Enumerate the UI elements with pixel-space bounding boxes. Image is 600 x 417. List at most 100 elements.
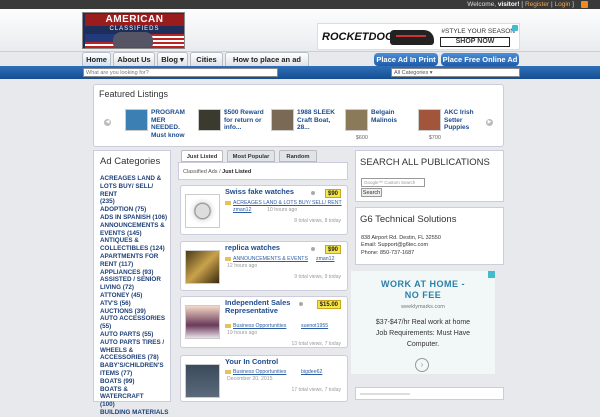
featured-item-title[interactable]: $500 Reward for return or info...	[224, 109, 268, 132]
category-select[interactable]: All Categories ▾	[391, 68, 520, 77]
listing-photo[interactable]	[185, 250, 220, 284]
category-item[interactable]: ACREAGES LAND &	[100, 175, 170, 183]
nav-about[interactable]: About Us	[113, 52, 155, 66]
listing-user[interactable]: bigdee62	[301, 369, 322, 375]
listing-time: December 20, 2015	[227, 376, 273, 382]
ad-shop-box[interactable]: SHOP NOW	[440, 37, 510, 47]
category-item[interactable]: BABY'S/CHILDREN'S	[100, 362, 170, 370]
search-button[interactable]: Search	[361, 188, 382, 197]
google-search-input[interactable]: Google™ Custom Search	[361, 178, 425, 187]
category-item[interactable]: ATTONEY (45)	[100, 292, 170, 300]
listings-main: Just Listed Most Popular Random Classifi…	[178, 150, 348, 402]
listing-photo[interactable]	[185, 194, 220, 228]
ad-headline[interactable]: WORK AT HOME - NO FEE	[351, 279, 495, 301]
breadcrumb-root[interactable]: Classified Ads	[183, 169, 218, 175]
listing-user[interactable]: zman12	[233, 207, 251, 213]
category-item[interactable]: APPLIANCES (93)	[100, 269, 170, 277]
listing-title[interactable]: replica watches	[225, 244, 313, 252]
register-link[interactable]: Register	[525, 1, 549, 8]
featured-item-price: $600	[355, 135, 368, 141]
category-item[interactable]: (55)	[100, 323, 170, 331]
category-item[interactable]: ASSISTED / SENIOR	[100, 276, 170, 284]
featured-item[interactable]: Belgain Malinois $600	[345, 109, 415, 145]
category-item[interactable]: AUTO PARTS (55)	[100, 331, 170, 339]
featured-thumb[interactable]	[198, 109, 221, 131]
category-item[interactable]: AUCTIONS (39)	[100, 308, 170, 316]
featured-item[interactable]: $500 Reward for return or info...	[198, 109, 268, 145]
company-contact: 838 Airport Rd. Destin, FL 32550 Email: …	[361, 235, 441, 257]
featured-item-title[interactable]: Belgain Malinois	[371, 109, 415, 124]
featured-thumb[interactable]	[418, 109, 441, 131]
breadcrumb-current: Just Listed	[222, 169, 252, 175]
featured-item[interactable]: PROGRAM MER NEEDED. Must know	[125, 109, 195, 145]
nav-home[interactable]: Home	[82, 52, 111, 66]
featured-item[interactable]: AKC Irish Setter Puppies $700	[418, 109, 488, 145]
listing-user[interactable]: zman12	[316, 256, 334, 262]
featured-thumb[interactable]	[125, 109, 148, 131]
listing-time: 10 hours ago	[267, 207, 298, 213]
category-item[interactable]: RENT (117)	[100, 261, 170, 269]
category-item[interactable]: LOTS BUY/ SELL/ RENT	[100, 183, 170, 199]
category-item[interactable]: EVENTS (145)	[100, 230, 170, 238]
category-item[interactable]: BOATS & WATERCRAFT	[100, 386, 170, 402]
listing-card: Your In Control Business Opportunities b…	[180, 355, 348, 402]
listing-category[interactable]: ANNOUNCEMENTS & EVENTS	[225, 256, 308, 262]
listing-title[interactable]: Swiss fake watches	[225, 188, 313, 196]
featured-item[interactable]: 1988 SLEEK Craft Boat, 28...	[271, 109, 341, 145]
category-item[interactable]: AUTO ACCESSORIES	[100, 315, 170, 323]
nav-how-to-place[interactable]: How to place an ad	[225, 52, 309, 66]
company-email[interactable]: Email: Support@g6tec.com	[361, 242, 441, 249]
featured-thumb[interactable]	[345, 109, 368, 131]
category-item[interactable]: BUILDING MATERIALS	[100, 409, 170, 417]
category-item[interactable]: ADOPTION (75)	[100, 206, 170, 214]
chevron-right-icon[interactable]: ›	[415, 358, 429, 372]
price-tag: $90	[324, 189, 341, 198]
featured-title: Featured Listings	[99, 89, 169, 99]
category-item[interactable]: (100)	[100, 401, 170, 409]
category-item[interactable]: COLLECTIBLES (124)	[100, 245, 170, 253]
featured-item-title[interactable]: PROGRAM MER NEEDED. Must know	[151, 109, 195, 139]
category-item[interactable]: WHEELS &	[100, 347, 170, 355]
ad-url[interactable]: weeklymarks.com	[351, 304, 495, 310]
category-item[interactable]: ADS IN SPANISH (106)	[100, 214, 170, 222]
category-item[interactable]: ATV'S (56)	[100, 300, 170, 308]
featured-thumb[interactable]	[271, 109, 294, 131]
category-item[interactable]: ANNOUNCEMENTS &	[100, 222, 170, 230]
listing-title[interactable]: Your In Control	[225, 358, 313, 366]
category-item[interactable]: APARTMENTS FOR	[100, 253, 170, 261]
welcome-text: Welcome, visitor! [ Register | Login ]	[467, 1, 574, 8]
category-item[interactable]: BOATS (99)	[100, 378, 170, 386]
tab-most-popular[interactable]: Most Popular	[227, 150, 275, 162]
listing-category[interactable]: ACREAGES LAND & LOTS BUY/ SELL/ RENT	[225, 200, 342, 206]
listing-category[interactable]: Business Opportunities	[225, 323, 286, 329]
google-ad[interactable]: WORK AT HOME - NO FEE weeklymarks.com $37…	[351, 271, 495, 374]
category-item[interactable]: (235)	[100, 198, 170, 206]
category-item[interactable]: AUTO PARTS TIRES /	[100, 339, 170, 347]
category-item[interactable]: ACCESSORIES (78)	[100, 354, 170, 362]
category-item[interactable]: LIVING (72)	[100, 284, 170, 292]
login-link[interactable]: Login	[554, 1, 570, 8]
listing-category[interactable]: Business Opportunities	[225, 369, 286, 375]
listing-photo[interactable]	[185, 305, 220, 339]
tab-random[interactable]: Random	[279, 150, 317, 162]
category-item[interactable]: ANTIQUES &	[100, 237, 170, 245]
adchoices-icon[interactable]	[512, 25, 518, 31]
company-panel: G6 Technical Solutions 838 Airport Rd. D…	[355, 207, 504, 265]
adchoices-icon[interactable]	[488, 271, 495, 278]
tab-just-listed[interactable]: Just Listed	[181, 150, 223, 162]
nav-blog[interactable]: Blog ▾	[157, 52, 188, 66]
nav-cities[interactable]: Cities	[190, 52, 223, 66]
search-input[interactable]: What are you looking for?	[83, 68, 278, 77]
featured-item-title[interactable]: AKC Irish Setter Puppies	[444, 109, 488, 132]
place-ad-in-print-button[interactable]: Place Ad In Print	[374, 53, 438, 66]
listing-photo[interactable]	[185, 364, 220, 398]
place-free-ad-button[interactable]: Place Free Online Ad	[441, 53, 519, 66]
site-logo[interactable]: AMERICAN CLASSIFIEDS	[82, 12, 185, 49]
rss-icon[interactable]	[581, 1, 588, 8]
logo-line1: AMERICAN	[85, 14, 184, 26]
featured-item-title[interactable]: 1988 SLEEK Craft Boat, 28...	[297, 109, 341, 132]
banner-ad[interactable]: ROCKETDOG® #STYLE YOUR SEASON SHOP NOW	[317, 23, 520, 50]
prev-arrow-icon[interactable]: ◀	[104, 119, 111, 126]
category-item[interactable]: ITEMS (77)	[100, 370, 170, 378]
listing-user[interactable]: suenot1955	[301, 323, 328, 329]
